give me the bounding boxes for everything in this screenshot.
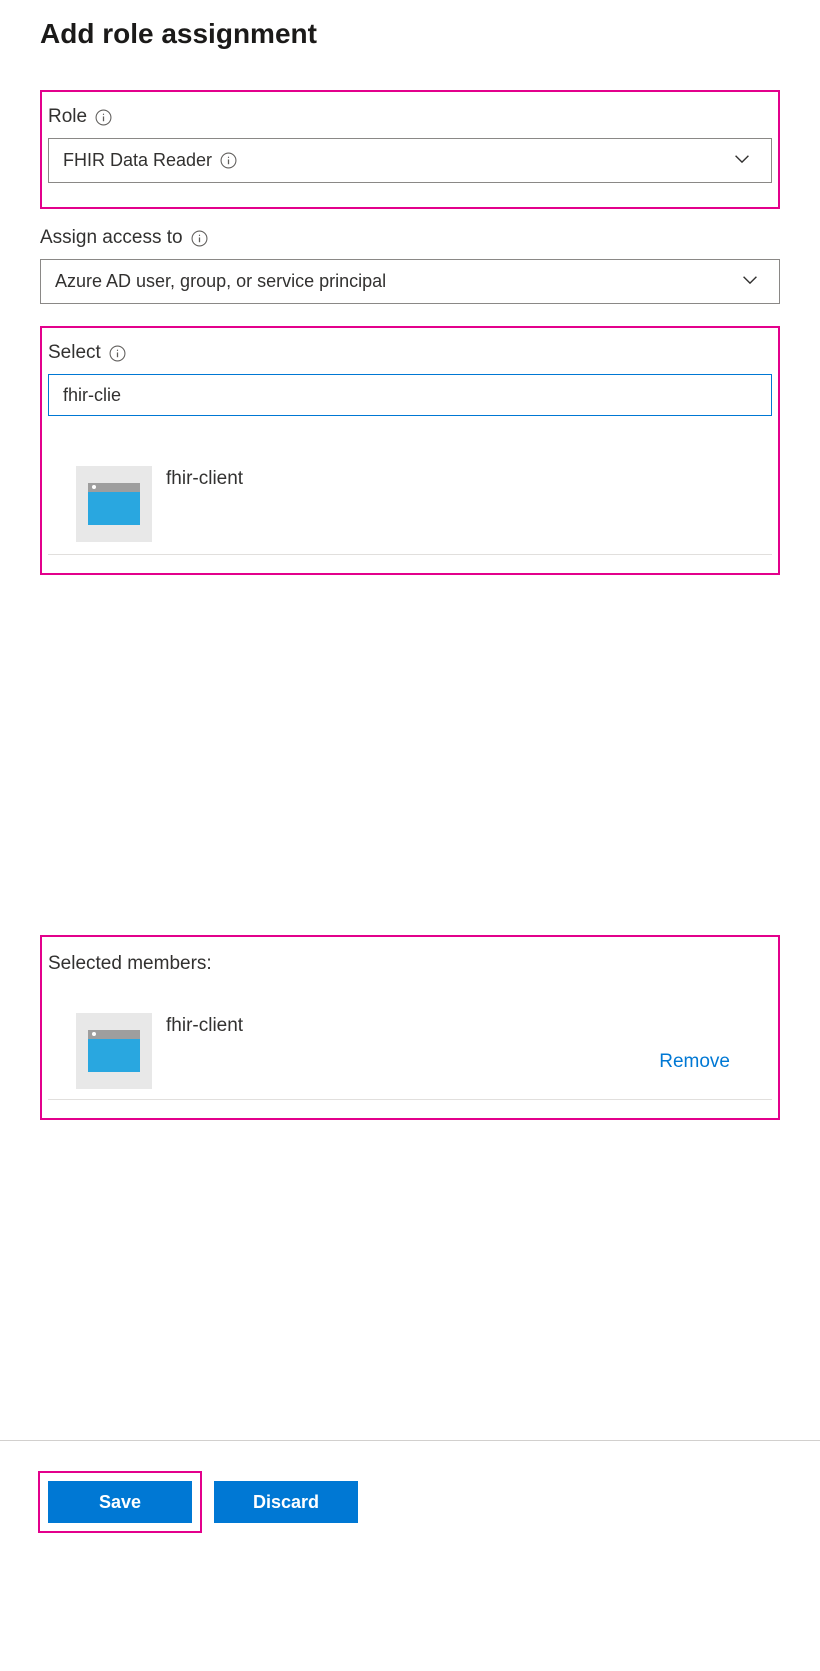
info-icon[interactable]: [220, 152, 237, 169]
assign-access-label: Assign access to: [40, 227, 183, 249]
role-label: Role: [48, 106, 87, 128]
assign-access-value-text: Azure AD user, group, or service princip…: [55, 271, 386, 292]
role-value-text: FHIR Data Reader: [63, 150, 212, 171]
info-icon[interactable]: [109, 345, 126, 362]
footer-bar: Save Discard: [0, 1440, 820, 1547]
select-label: Select: [48, 342, 101, 364]
app-icon: [76, 466, 152, 542]
selected-members-label: Selected members:: [48, 943, 772, 981]
selected-member-item: fhir-client Remove: [48, 1013, 772, 1100]
spacer: [40, 1120, 780, 1440]
chevron-down-icon: [739, 268, 761, 295]
app-icon: [76, 1013, 152, 1089]
save-button[interactable]: Save: [48, 1481, 192, 1523]
spacer: [40, 575, 780, 935]
chevron-down-icon: [731, 147, 753, 174]
role-section-highlight: Role FHIR Data Reader: [40, 90, 780, 209]
select-search-input[interactable]: [48, 374, 772, 416]
assign-access-label-row: Assign access to: [40, 227, 780, 249]
assign-access-dropdown[interactable]: Azure AD user, group, or service princip…: [40, 259, 780, 304]
selected-members-highlight: Selected members: fhir-client Remove: [40, 935, 780, 1120]
info-icon[interactable]: [191, 230, 208, 247]
assign-access-field: Assign access to Azure AD user, group, o…: [40, 221, 780, 318]
role-field: Role FHIR Data Reader: [48, 98, 772, 197]
role-dropdown[interactable]: FHIR Data Reader: [48, 138, 772, 183]
discard-button[interactable]: Discard: [214, 1481, 358, 1523]
remove-link[interactable]: Remove: [659, 1051, 730, 1073]
role-label-row: Role: [48, 106, 772, 128]
select-field: Select: [48, 334, 772, 416]
search-result-name: fhir-client: [166, 466, 243, 490]
select-section-highlight: Select fhir-client: [40, 326, 780, 575]
assign-access-value: Azure AD user, group, or service princip…: [55, 271, 765, 292]
page-title: Add role assignment: [40, 18, 780, 50]
selected-member-name: fhir-client: [166, 1013, 243, 1037]
role-dropdown-value: FHIR Data Reader: [63, 150, 757, 171]
save-button-highlight: Save: [38, 1471, 202, 1533]
info-icon[interactable]: [95, 109, 112, 126]
select-label-row: Select: [48, 342, 772, 364]
search-result-item[interactable]: fhir-client: [48, 464, 772, 555]
